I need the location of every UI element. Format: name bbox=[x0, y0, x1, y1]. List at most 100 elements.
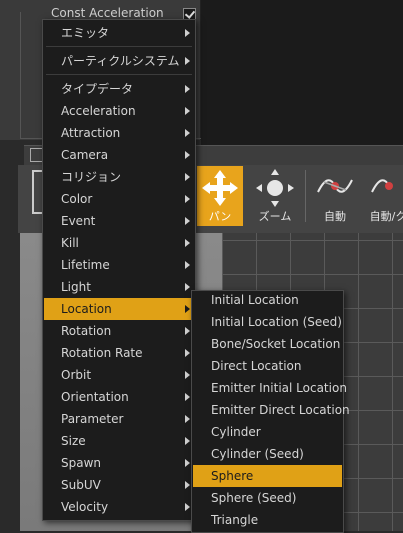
location-item-7[interactable]: Cylinder (Seed) bbox=[193, 443, 342, 465]
menu-item-1[interactable]: パーティクルシステム bbox=[44, 50, 194, 72]
menu-item-7[interactable]: Color bbox=[44, 188, 194, 210]
submenu-arrow-icon bbox=[185, 349, 190, 357]
menu-item-19[interactable]: Spawn bbox=[44, 452, 194, 474]
submenu-arrow-icon bbox=[185, 283, 190, 291]
pan-label: パン bbox=[208, 210, 232, 223]
menu-item-2[interactable]: タイプデータ bbox=[44, 78, 194, 100]
menu-item-label: Parameter bbox=[61, 412, 124, 426]
submenu-arrow-icon bbox=[185, 327, 190, 335]
menu-item-label: Color bbox=[61, 192, 93, 206]
submenu-arrow-icon bbox=[185, 261, 190, 269]
menu-item-0[interactable]: エミッタ bbox=[44, 22, 194, 44]
location-item-label: Sphere bbox=[211, 469, 254, 483]
auto-label: 自動 bbox=[324, 210, 346, 223]
menu-item-10[interactable]: Lifetime bbox=[44, 254, 194, 276]
add-module-context-menu: エミッタパーティクルシステム タイプデータ Acceleration Attracti… bbox=[42, 19, 196, 521]
menu-item-label: Lifetime bbox=[61, 258, 110, 272]
menu-separator bbox=[46, 74, 192, 75]
location-item-label: Bone/Socket Location bbox=[211, 337, 341, 351]
menu-item-label: SubUV bbox=[61, 478, 101, 492]
location-item-label: Direct Location bbox=[211, 359, 302, 373]
pan-button[interactable]: パン bbox=[197, 166, 243, 226]
menu-item-label: パーティクルシステム bbox=[61, 54, 180, 68]
menu-item-label: Velocity bbox=[61, 500, 109, 514]
location-item-6[interactable]: Cylinder bbox=[193, 421, 342, 443]
location-item-3[interactable]: Direct Location bbox=[193, 355, 342, 377]
menu-item-label: Acceleration bbox=[61, 104, 136, 118]
submenu-arrow-icon bbox=[185, 129, 190, 137]
location-submenu: Initial Location Initial Location (Seed) B… bbox=[191, 289, 350, 533]
menu-item-label: Light bbox=[61, 280, 91, 294]
emitter-list-area bbox=[201, 0, 403, 145]
menu-item-13[interactable]: Rotation bbox=[44, 320, 194, 342]
submenu-arrow-icon bbox=[185, 415, 190, 423]
location-item-1[interactable]: Initial Location (Seed) bbox=[193, 311, 342, 333]
menu-item-label: Kill bbox=[61, 236, 79, 250]
submenu-arrow-icon bbox=[185, 29, 190, 37]
submenu-arrow-icon bbox=[185, 239, 190, 247]
menu-item-5[interactable]: Camera bbox=[44, 144, 194, 166]
zoom-button[interactable]: ズーム bbox=[252, 166, 298, 226]
menu-item-14[interactable]: Rotation Rate bbox=[44, 342, 194, 364]
submenu-arrow-icon bbox=[185, 195, 190, 203]
pan-arrows-icon bbox=[202, 170, 238, 206]
auto-button[interactable]: 自動 bbox=[312, 166, 358, 226]
menu-item-11[interactable]: Light bbox=[44, 276, 194, 298]
menu-item-17[interactable]: Parameter bbox=[44, 408, 194, 430]
location-item-label: Emitter Initial Location bbox=[211, 381, 347, 395]
menu-item-label: Rotation Rate bbox=[61, 346, 143, 360]
menu-item-label: Orientation bbox=[61, 390, 129, 404]
auto-clamped-button[interactable]: 自動/ク bbox=[368, 166, 403, 226]
menu-item-15[interactable]: Orbit bbox=[44, 364, 194, 386]
location-item-label: Cylinder bbox=[211, 425, 261, 439]
location-item-10[interactable]: Triangle bbox=[193, 509, 342, 531]
location-item-4[interactable]: Emitter Initial Location bbox=[193, 377, 347, 399]
zoom-label: ズーム bbox=[258, 210, 292, 223]
location-item-2[interactable]: Bone/Socket Location bbox=[193, 333, 342, 355]
location-item-9[interactable]: Sphere (Seed) bbox=[193, 487, 342, 509]
menu-item-label: Attraction bbox=[61, 126, 121, 140]
location-item-label: Triangle bbox=[211, 513, 259, 527]
menu-item-label: コリジョン bbox=[61, 170, 122, 184]
menu-item-18[interactable]: Size bbox=[44, 430, 194, 452]
menu-item-label: Event bbox=[61, 214, 96, 228]
toolbar-divider bbox=[305, 170, 306, 222]
submenu-arrow-icon bbox=[185, 173, 190, 181]
fit-bracket-icon[interactable] bbox=[32, 170, 42, 214]
auto-curve-icon bbox=[317, 179, 353, 193]
auto-clamped-curve-icon bbox=[371, 179, 393, 193]
menu-item-label: Size bbox=[61, 434, 86, 448]
submenu-arrow-icon bbox=[185, 107, 190, 115]
menu-item-12[interactable]: Location bbox=[44, 298, 194, 320]
location-item-5[interactable]: Emitter Direct Location bbox=[193, 399, 350, 421]
const-acceleration-label: Const Acceleration bbox=[51, 6, 164, 20]
submenu-arrow-icon bbox=[185, 437, 190, 445]
menu-item-3[interactable]: Acceleration bbox=[44, 100, 194, 122]
menu-item-9[interactable]: Kill bbox=[44, 232, 194, 254]
menu-item-label: タイプデータ bbox=[61, 82, 134, 96]
zoom-arrows-icon bbox=[256, 169, 294, 207]
menu-item-label: Orbit bbox=[61, 368, 92, 382]
submenu-arrow-icon bbox=[185, 393, 190, 401]
menu-item-21[interactable]: Velocity bbox=[44, 496, 194, 518]
submenu-arrow-icon bbox=[185, 217, 190, 225]
location-item-8[interactable]: Sphere bbox=[193, 465, 342, 487]
menu-item-16[interactable]: Orientation bbox=[44, 386, 194, 408]
menu-item-4[interactable]: Attraction bbox=[44, 122, 194, 144]
menu-separator bbox=[46, 46, 192, 47]
submenu-arrow-icon bbox=[185, 503, 190, 511]
location-item-label: Initial Location (Seed) bbox=[211, 315, 342, 329]
location-item-0[interactable]: Initial Location bbox=[193, 289, 342, 311]
menu-item-6[interactable]: コリジョン bbox=[44, 166, 194, 188]
submenu-arrow-icon bbox=[185, 85, 190, 93]
menu-item-20[interactable]: SubUV bbox=[44, 474, 194, 496]
menu-item-8[interactable]: Event bbox=[44, 210, 194, 232]
menu-item-label: エミッタ bbox=[61, 26, 110, 40]
auto-clamped-label: 自動/ク bbox=[369, 210, 403, 223]
location-item-label: Sphere (Seed) bbox=[211, 491, 297, 505]
menu-item-label: Rotation bbox=[61, 324, 112, 338]
menu-item-label: Spawn bbox=[61, 456, 102, 470]
submenu-arrow-icon bbox=[185, 305, 190, 313]
location-item-label: Initial Location bbox=[211, 293, 299, 307]
menu-item-label: Location bbox=[61, 302, 112, 316]
